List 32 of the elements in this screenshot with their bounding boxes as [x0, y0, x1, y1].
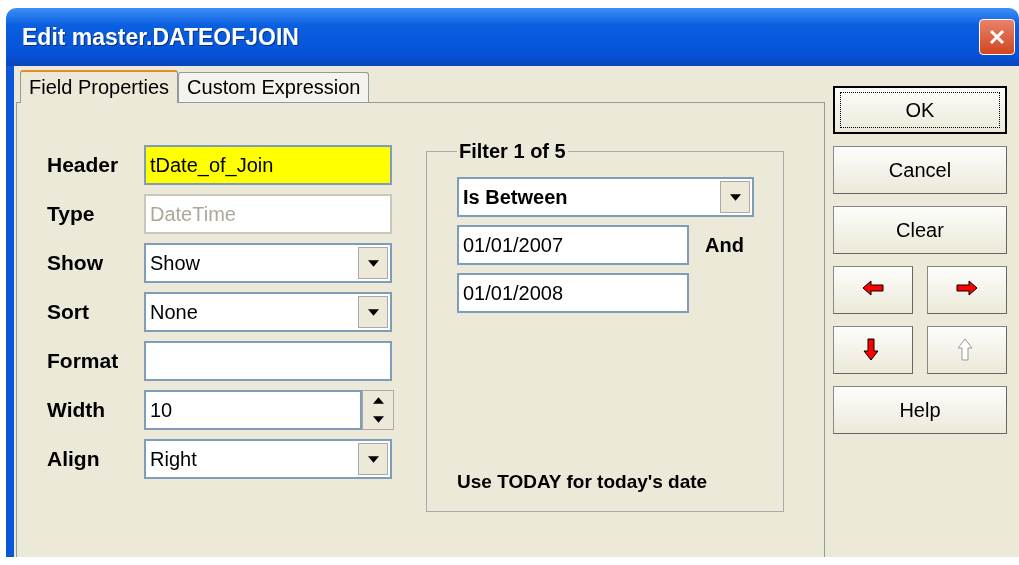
window-title: Edit master.DATEOFJOIN	[22, 23, 299, 51]
dropdown[interactable]: None	[144, 292, 392, 332]
tab[interactable]: Custom Expression	[178, 72, 370, 102]
field-label: Header	[47, 153, 120, 177]
text-field[interactable]	[144, 341, 392, 381]
number-field[interactable]: 10	[144, 390, 362, 430]
tab[interactable]: Field Properties	[20, 70, 179, 103]
arrow-button[interactable]	[833, 266, 913, 314]
field-label: Type	[47, 202, 96, 226]
arrow-button[interactable]	[833, 326, 913, 374]
arrow-button[interactable]	[927, 266, 1007, 314]
dropdown[interactable]: Is Between	[457, 177, 754, 217]
close-button[interactable]	[979, 19, 1015, 55]
help-button[interactable]: Help	[833, 386, 1007, 434]
dropdown[interactable]: Right	[144, 439, 392, 479]
text-field[interactable]: tDate_of_Join	[144, 145, 392, 185]
dialog-button[interactable]: OK	[833, 86, 1007, 134]
dropdown[interactable]: Show	[144, 243, 392, 283]
close-icon	[987, 27, 1007, 47]
group-title: Filter 1 of 5	[458, 140, 567, 163]
date-field[interactable]: 01/01/2007	[457, 225, 689, 265]
dialog-button[interactable]: Cancel	[833, 146, 1007, 194]
hint-text: Use TODAY for today's date	[457, 471, 709, 493]
field-label: Width	[47, 398, 107, 422]
and-label: And	[705, 233, 744, 257]
dialog-button[interactable]: Clear	[833, 206, 1007, 254]
field-label: Show	[47, 251, 104, 275]
field-label: Format	[47, 349, 120, 373]
field-label: Sort	[47, 300, 90, 324]
date-field[interactable]: 01/01/2008	[457, 273, 689, 313]
spin-buttons[interactable]	[362, 390, 394, 430]
field-label: Align	[47, 447, 101, 471]
